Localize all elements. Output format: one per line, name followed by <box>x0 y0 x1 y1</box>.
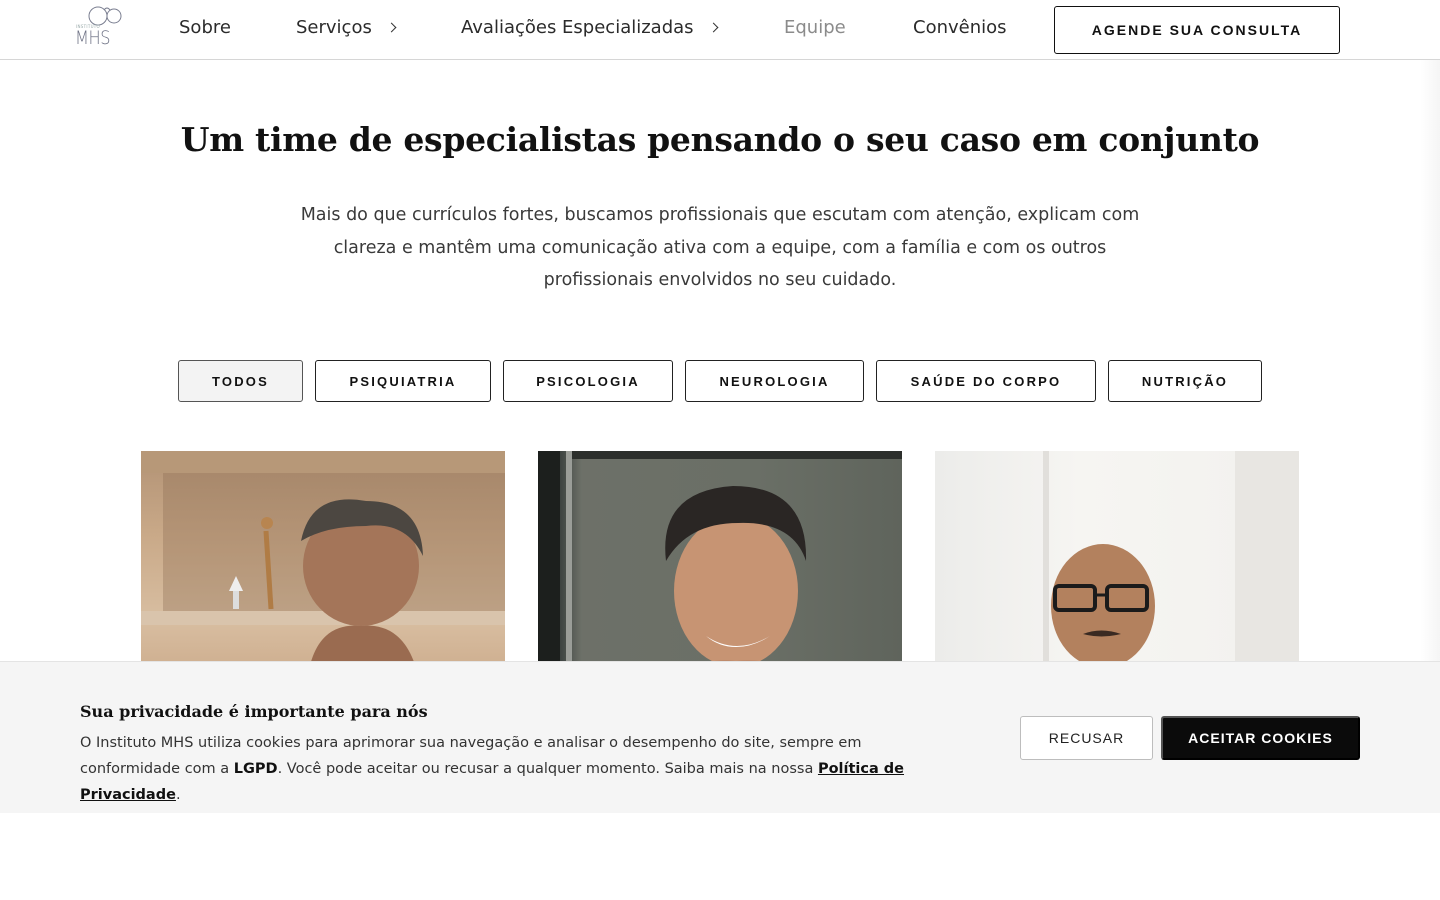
cookie-text-lgpd: LGPD <box>233 761 278 777</box>
page-title: Um time de especialistas pensando o seu … <box>180 120 1260 159</box>
specialty-filter-bar: TODOS PSIQUIATRIA PSICOLOGIA NEUROLOGIA … <box>0 360 1440 402</box>
team-member-photo <box>538 451 902 691</box>
nav-convenios[interactable]: Convênios <box>913 17 1007 38</box>
refuse-cookies-button[interactable]: RECUSAR <box>1020 716 1153 760</box>
nav-servicos-label: Serviços <box>296 17 372 38</box>
cookie-banner-title: Sua privacidade é importante para nós <box>80 702 428 721</box>
cookie-text-part2: . Você pode aceitar ou recusar a qualque… <box>277 761 818 777</box>
nav-sobre-label: Sobre <box>179 17 231 38</box>
logo-text: MHS <box>75 27 111 49</box>
team-member-photo <box>1043 451 1299 691</box>
filter-psiquiatria[interactable]: PSIQUIATRIA <box>315 360 491 402</box>
cookie-banner-text: O Instituto MHS utiliza cookies para apr… <box>80 730 950 808</box>
chevron-right-icon <box>386 22 397 33</box>
team-member-card[interactable] <box>141 451 505 691</box>
nav-avaliacoes-label: Avaliações Especializadas <box>461 17 694 38</box>
nav-sobre[interactable]: Sobre <box>179 17 231 38</box>
cookie-consent-banner: Sua privacidade é importante para nós O … <box>0 661 1440 813</box>
logo[interactable]: INSTITUTO MHS <box>74 4 126 52</box>
nav-convenios-label: Convênios <box>913 17 1007 38</box>
nav-servicos[interactable]: Serviços <box>296 17 397 38</box>
intro-text: Mais do que currículos fortes, buscamos … <box>300 205 1140 290</box>
filter-psicologia[interactable]: PSICOLOGIA <box>503 360 673 402</box>
nav-avaliacoes[interactable]: Avaliações Especializadas <box>461 17 719 38</box>
chevron-right-icon <box>708 22 719 33</box>
page-edge-shadow <box>1420 60 1440 661</box>
nav-equipe[interactable]: Equipe <box>784 17 846 38</box>
schedule-appointment-button[interactable]: AGENDE SUA CONSULTA <box>1054 6 1340 54</box>
nav-equipe-label: Equipe <box>784 17 846 38</box>
filter-saude-do-corpo[interactable]: SAÚDE DO CORPO <box>876 360 1096 402</box>
team-member-photo <box>141 451 505 691</box>
accept-cookies-button[interactable]: ACEITAR COOKIES <box>1161 716 1360 760</box>
site-header: INSTITUTO MHS Sobre Serviços Avaliações … <box>0 0 1440 60</box>
filter-neurologia[interactable]: NEUROLOGIA <box>685 360 864 402</box>
team-member-card[interactable] <box>935 451 1299 691</box>
filter-todos[interactable]: TODOS <box>178 360 303 402</box>
team-member-card[interactable] <box>538 451 902 691</box>
cookie-text-end: . <box>175 787 181 803</box>
filter-nutricao[interactable]: NUTRIÇÃO <box>1108 360 1262 402</box>
